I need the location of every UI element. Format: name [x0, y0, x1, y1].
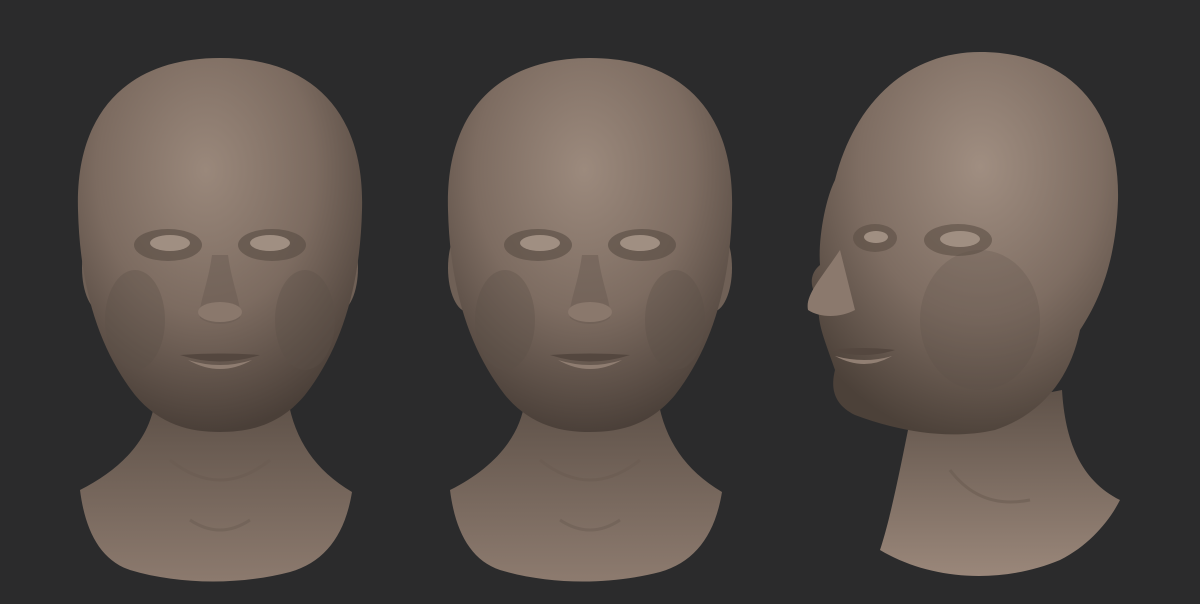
render-stage	[0, 0, 1200, 604]
head-render-front-alt	[410, 0, 770, 604]
head-sculpt-three-quarter	[807, 52, 1120, 577]
head-render-three-quarter	[780, 0, 1140, 604]
head-sculpt-front	[77, 58, 363, 582]
head-render-front	[40, 0, 400, 604]
head-sculpt-front-alt	[447, 58, 733, 582]
